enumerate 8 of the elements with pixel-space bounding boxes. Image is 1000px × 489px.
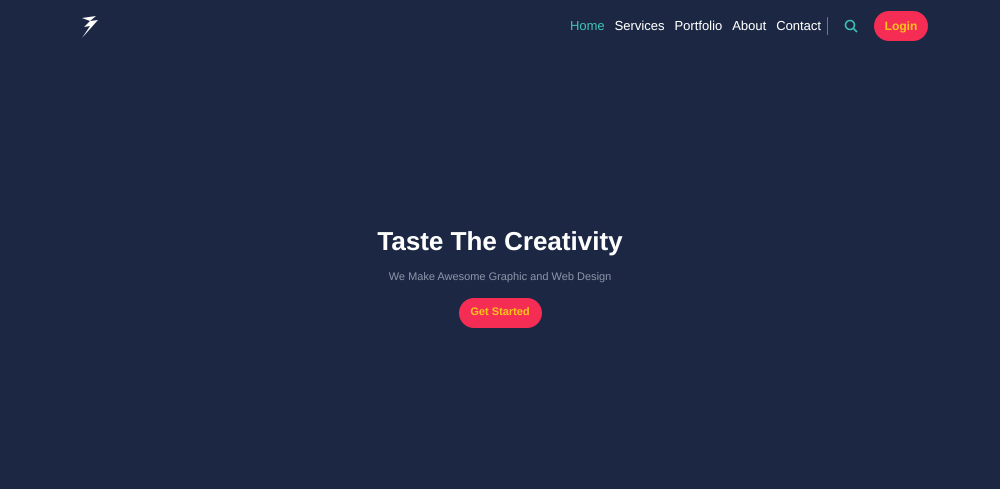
search-icon[interactable] <box>844 19 858 33</box>
nav-link[interactable]: Portfolio <box>674 16 722 36</box>
hero-subtitle: We Make Awesome Graphic and Web Design <box>388 270 612 285</box>
nav-link[interactable]: About <box>732 16 766 36</box>
nav-link[interactable]: Home <box>570 16 605 36</box>
hero-title: Taste The Creativity <box>377 225 623 258</box>
nav-link[interactable]: Contact <box>776 16 821 36</box>
nav-link[interactable]: Services <box>614 16 664 36</box>
